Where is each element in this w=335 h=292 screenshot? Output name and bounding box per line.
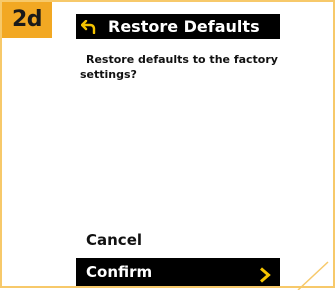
step-badge: 2d [2, 2, 52, 38]
chevron-right-icon [258, 264, 272, 283]
confirm-option-label: Confirm [86, 263, 153, 281]
cancel-option-label: Cancel [86, 231, 143, 249]
confirm-option[interactable]: Confirm [76, 258, 280, 286]
device-screen: Restore Defaults Restore defaults to the… [76, 14, 280, 290]
cancel-option[interactable]: Cancel [76, 227, 280, 253]
screen-title: Restore Defaults [108, 17, 260, 36]
confirmation-message: Restore defaults to the factory settings… [80, 53, 278, 81]
back-arrow-icon[interactable] [76, 14, 102, 39]
instruction-frame: 2d Restore Defaults Restore defaults to … [0, 0, 335, 290]
title-bar: Restore Defaults [76, 14, 280, 39]
